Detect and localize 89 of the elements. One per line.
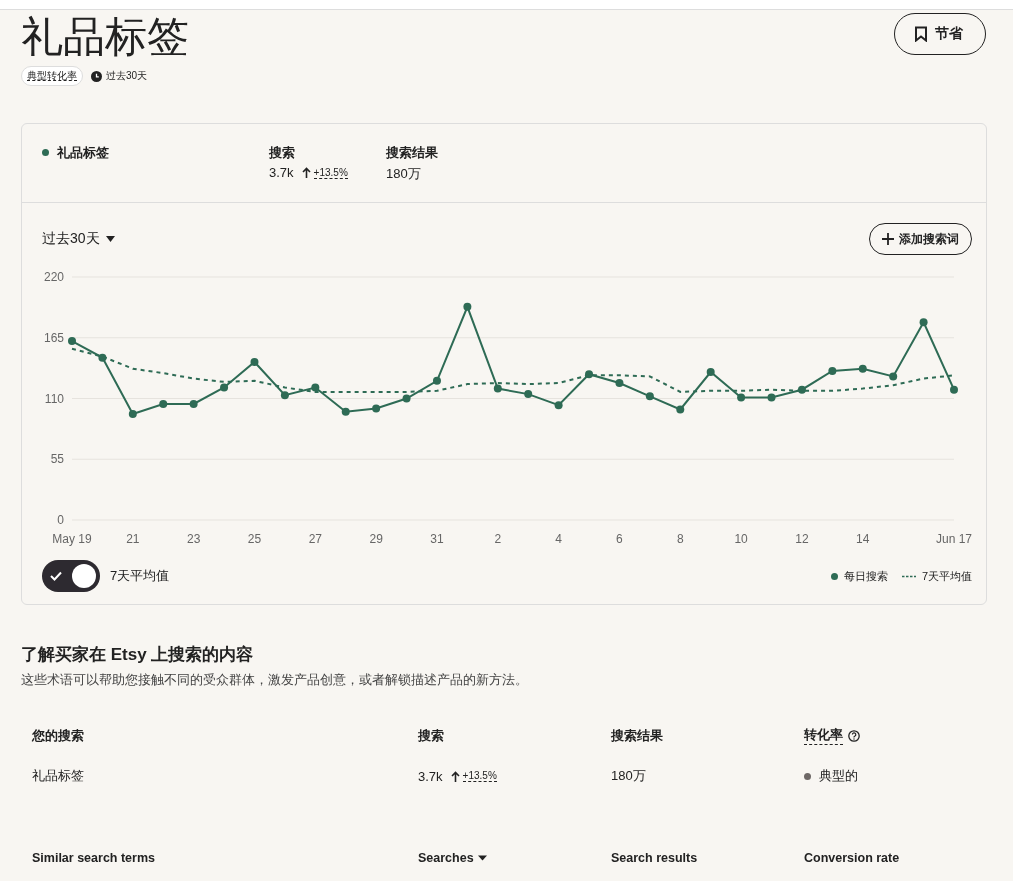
x-axis-label: 10 [734, 532, 748, 546]
x-axis-label: 8 [676, 532, 684, 546]
clock-icon [91, 70, 102, 82]
data-point [585, 370, 594, 379]
data-point [280, 391, 289, 400]
legend-label: 7天平均值 [921, 568, 972, 584]
average-toggle[interactable] [42, 560, 100, 592]
check-icon [50, 571, 62, 581]
data-point [676, 405, 685, 414]
column-header: 搜索 [418, 727, 444, 745]
data-point [341, 407, 350, 416]
data-point [159, 400, 168, 408]
stat-label: 搜索 [269, 144, 296, 162]
change-value[interactable]: +13.5% [462, 770, 497, 782]
data-point [98, 353, 107, 362]
x-axis-label: 6 [616, 532, 623, 546]
x-axis-label: 21 [126, 532, 140, 546]
keyword-label: 礼品标签 [57, 144, 109, 162]
x-axis-label: 23 [187, 532, 201, 546]
data-point [706, 368, 715, 376]
data-point [68, 337, 76, 346]
up-arrow-icon [301, 167, 311, 178]
data-point [858, 364, 867, 373]
toggle-label: 7天平均值 [110, 567, 170, 585]
period-label: 过去30天 [106, 69, 148, 83]
help-icon[interactable] [848, 730, 860, 742]
x-axis-label: 31 [430, 532, 444, 546]
column-header: Search results [611, 851, 698, 865]
y-axis-label: 110 [44, 391, 64, 406]
conversion-badge[interactable]: 典型转化率 [21, 66, 83, 86]
data-point [828, 366, 837, 375]
data-point [554, 401, 563, 410]
data-point [402, 394, 411, 403]
x-axis-label: May 19 [52, 532, 92, 546]
column-header: 您的搜索 [32, 727, 84, 745]
data-point [889, 372, 898, 381]
x-axis-label: Jun 17 [936, 532, 972, 546]
legend-dot [830, 572, 838, 580]
section-description: 这些术语可以帮助您接触不同的受众群体，激发产品创意，或者解锁描述产品的新方法。 [21, 672, 529, 689]
y-axis-label: 165 [43, 330, 64, 345]
range-dropdown[interactable]: 过去30天 [42, 230, 115, 248]
y-axis-label: 220 [43, 270, 64, 284]
data-point [493, 384, 502, 393]
table-cell-text: 180万 [611, 767, 647, 785]
table-cell: 3.7k [418, 768, 443, 784]
stat-value: 180万 [386, 165, 421, 183]
page-title: 礼品标签 [21, 12, 189, 62]
y-axis-label: 55 [50, 452, 64, 467]
column-header[interactable]: 转化率 [804, 727, 843, 745]
caret-icon [105, 236, 115, 242]
x-axis-label: 14 [856, 532, 870, 546]
data-point [524, 390, 533, 399]
data-point [767, 393, 776, 402]
data-point [950, 385, 958, 394]
plus-icon [882, 233, 894, 245]
data-point [220, 383, 229, 392]
sort-column-header[interactable]: Searches [418, 851, 487, 865]
column-header: Similar search terms [32, 851, 155, 865]
data-point [737, 393, 746, 402]
y-axis-label: 0 [57, 513, 64, 527]
up-arrow-icon [450, 770, 460, 782]
stat-value: 3.7k [269, 165, 294, 180]
x-axis-label: 12 [795, 532, 809, 546]
x-axis-label: 25 [247, 532, 262, 546]
legend-dashed-line [901, 574, 916, 578]
data-point [919, 318, 928, 327]
table-cell-text: 礼品标签 [32, 767, 85, 785]
legend-label: 每日搜索 [843, 568, 888, 584]
data-point [432, 376, 441, 385]
data-point [250, 358, 259, 367]
data-point [645, 392, 654, 401]
data-point [189, 400, 198, 408]
data-point [128, 409, 137, 418]
x-axis-label: 29 [369, 532, 383, 546]
table-cell: 典型的 [819, 767, 858, 785]
data-point [311, 383, 320, 392]
column-header: Conversion rate [804, 851, 900, 865]
column-header: 搜索结果 [611, 727, 663, 745]
x-axis-label: 27 [308, 532, 322, 546]
bookmark-icon [913, 26, 929, 42]
x-axis-label: 2 [494, 532, 502, 546]
x-axis-label: 4 [555, 532, 562, 546]
data-point [372, 404, 381, 413]
data-point [797, 385, 806, 394]
change-value[interactable]: +13.5% [313, 166, 348, 179]
data-point [615, 379, 624, 388]
stat-label: 搜索结果 [386, 144, 439, 162]
data-point [463, 302, 472, 311]
section-heading: 了解买家在 Etsy 上搜索的内容 [21, 644, 255, 666]
